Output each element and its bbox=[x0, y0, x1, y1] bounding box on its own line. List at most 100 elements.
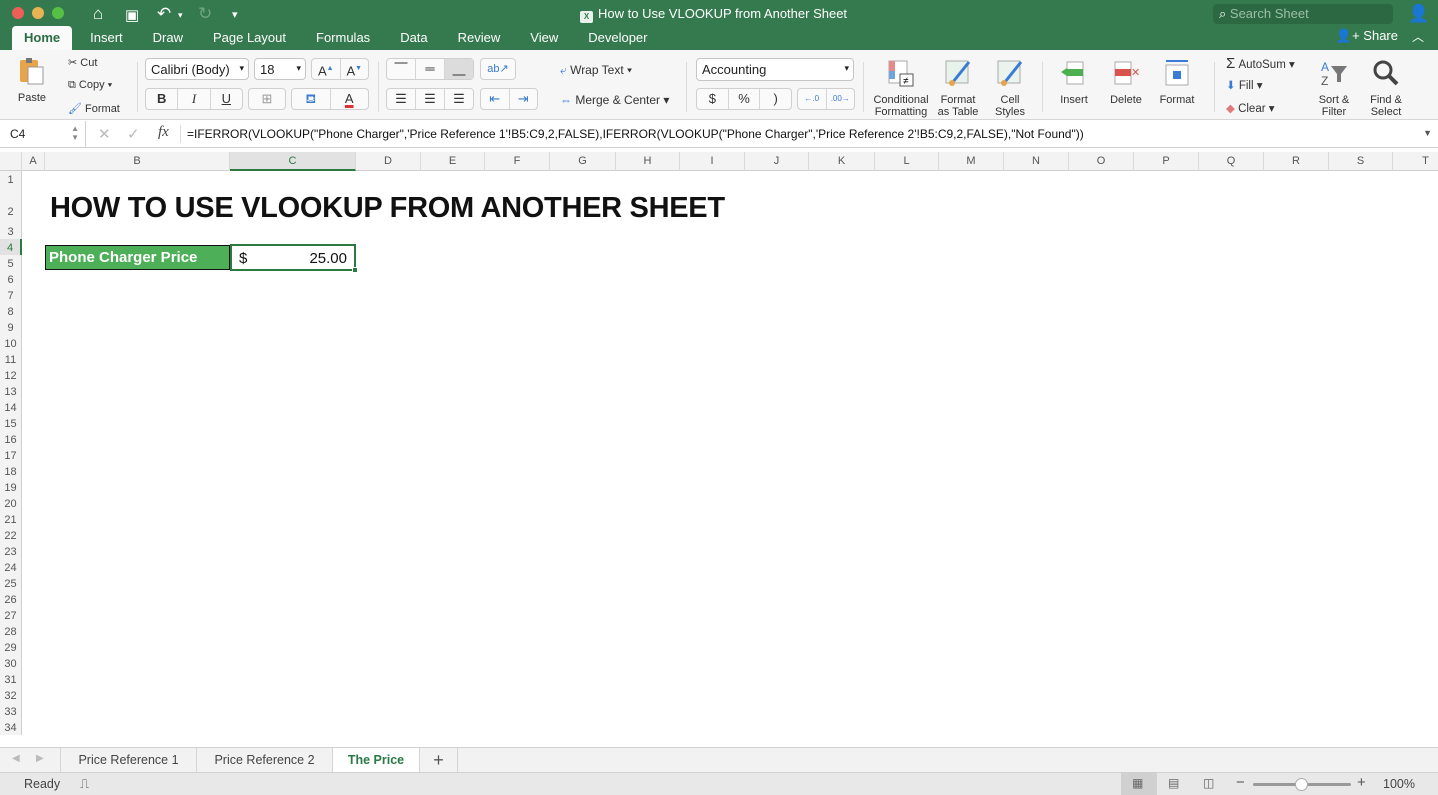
column-header-f[interactable]: F bbox=[485, 152, 550, 171]
column-header-a[interactable]: A bbox=[22, 152, 45, 171]
row-header-13[interactable]: 13 bbox=[0, 383, 22, 399]
tab-page-layout[interactable]: Page Layout bbox=[201, 26, 298, 50]
tab-review[interactable]: Review bbox=[446, 26, 513, 50]
align-middle-button[interactable]: ═ bbox=[416, 59, 445, 79]
number-format-select[interactable]: Accounting ▾ bbox=[696, 58, 854, 81]
name-box[interactable]: C4 ▲ ▼ bbox=[0, 121, 86, 147]
close-window-button[interactable] bbox=[12, 7, 24, 19]
row-header-5[interactable]: 5 bbox=[0, 255, 22, 271]
conditional-formatting-button[interactable]: ≠ Conditional Formatting bbox=[872, 58, 930, 118]
tab-formulas[interactable]: Formulas bbox=[304, 26, 382, 50]
cancel-icon[interactable]: ✕ bbox=[98, 125, 111, 143]
scroll-left-icon[interactable]: ◀ bbox=[12, 753, 20, 764]
maximize-window-button[interactable] bbox=[52, 7, 64, 19]
sheet-tab-the-price[interactable]: The Price bbox=[333, 748, 420, 772]
format-cells-button[interactable]: Format bbox=[1155, 58, 1199, 106]
column-header-j[interactable]: J bbox=[745, 152, 809, 171]
align-top-button[interactable]: ⎺ bbox=[387, 59, 416, 79]
column-header-m[interactable]: M bbox=[939, 152, 1004, 171]
column-header-n[interactable]: N bbox=[1004, 152, 1069, 171]
zoom-slider-thumb[interactable] bbox=[1295, 778, 1308, 791]
row-header-22[interactable]: 22 bbox=[0, 527, 22, 543]
increase-decimal-button[interactable]: ←.0 bbox=[798, 89, 827, 109]
row-header-30[interactable]: 30 bbox=[0, 655, 22, 671]
currency-format-button[interactable]: $ bbox=[697, 89, 729, 109]
tab-insert[interactable]: Insert bbox=[78, 26, 135, 50]
add-sheet-button[interactable]: + bbox=[420, 748, 458, 772]
wrap-text-button[interactable]: ⤶ Wrap Text ▾ bbox=[560, 63, 632, 78]
sort-filter-button[interactable]: AZ Sort & Filter bbox=[1312, 58, 1356, 118]
row-header-2[interactable]: 2 bbox=[0, 187, 22, 223]
column-header-r[interactable]: R bbox=[1264, 152, 1329, 171]
format-painter-button[interactable]: 🖌 Format bbox=[68, 102, 120, 115]
home-icon[interactable]: ⌂ bbox=[93, 4, 103, 24]
fill-button[interactable]: ⬇ Fill ▾ bbox=[1226, 78, 1263, 92]
cell-styles-button[interactable]: Cell Styles bbox=[988, 58, 1032, 118]
row-header-28[interactable]: 28 bbox=[0, 623, 22, 639]
underline-button[interactable]: U bbox=[211, 89, 242, 109]
merge-center-button[interactable]: ⇔ Merge & Center ▾ bbox=[560, 93, 669, 107]
undo-icon[interactable]: ↶ bbox=[157, 4, 171, 24]
redo-icon[interactable]: ↻ bbox=[198, 4, 212, 24]
zoom-in-button[interactable]: + bbox=[1357, 774, 1366, 791]
italic-button[interactable]: I bbox=[178, 89, 211, 109]
align-bottom-button[interactable]: ⎽ bbox=[445, 59, 473, 79]
row-header-1[interactable]: 1 bbox=[0, 171, 22, 187]
collapse-ribbon-icon[interactable]: ︿ bbox=[1412, 28, 1424, 45]
comma-format-button[interactable]: ) bbox=[760, 89, 791, 109]
column-header-h[interactable]: H bbox=[616, 152, 680, 171]
decrease-font-button[interactable]: A▼ bbox=[341, 59, 369, 79]
row-header-29[interactable]: 29 bbox=[0, 639, 22, 655]
column-header-b[interactable]: B bbox=[45, 152, 230, 171]
orientation-button[interactable]: ab↗ bbox=[481, 59, 515, 79]
align-right-button[interactable]: ☰ bbox=[445, 89, 473, 109]
minimize-window-button[interactable] bbox=[32, 7, 44, 19]
column-header-t[interactable]: T bbox=[1393, 152, 1438, 171]
column-header-p[interactable]: P bbox=[1134, 152, 1199, 171]
percent-format-button[interactable]: % bbox=[729, 89, 761, 109]
stepper-icon[interactable]: ▲ ▼ bbox=[71, 124, 79, 142]
row-header-15[interactable]: 15 bbox=[0, 415, 22, 431]
find-select-button[interactable]: Find & Select bbox=[1364, 58, 1408, 118]
bold-button[interactable]: B bbox=[146, 89, 179, 109]
font-size-select[interactable]: 18 ▾ bbox=[254, 58, 306, 80]
decrease-decimal-button[interactable]: .00→ bbox=[827, 89, 855, 109]
tab-draw[interactable]: Draw bbox=[141, 26, 195, 50]
row-header-9[interactable]: 9 bbox=[0, 319, 22, 335]
column-header-i[interactable]: I bbox=[680, 152, 745, 171]
label-cell-b4[interactable]: Phone Charger Price bbox=[45, 245, 230, 270]
zoom-slider[interactable] bbox=[1253, 778, 1351, 791]
format-as-table-button[interactable]: Format as Table bbox=[934, 58, 982, 118]
font-name-select[interactable]: Calibri (Body) ▾ bbox=[145, 58, 249, 80]
row-header-34[interactable]: 34 bbox=[0, 719, 22, 735]
row-header-17[interactable]: 17 bbox=[0, 447, 22, 463]
formula-input[interactable]: =IFERROR(VLOOKUP("Phone Charger",'Price … bbox=[187, 127, 1084, 141]
sheet-heading-cell[interactable]: HOW TO USE VLOOKUP FROM ANOTHER SHEET bbox=[50, 192, 725, 225]
insert-cells-button[interactable]: Insert bbox=[1050, 58, 1098, 106]
column-header-q[interactable]: Q bbox=[1199, 152, 1264, 171]
align-left-button[interactable]: ☰ bbox=[387, 89, 416, 109]
tab-view[interactable]: View bbox=[518, 26, 570, 50]
page-layout-view-icon[interactable]: ▤ bbox=[1168, 776, 1179, 790]
row-header-4[interactable]: 4 bbox=[0, 239, 22, 255]
column-header-k[interactable]: K bbox=[809, 152, 875, 171]
macro-record-icon[interactable]: ⎍ bbox=[80, 776, 89, 792]
align-center-button[interactable]: ☰ bbox=[416, 89, 445, 109]
column-header-s[interactable]: S bbox=[1329, 152, 1393, 171]
normal-view-button[interactable]: ▦ bbox=[1121, 773, 1157, 795]
copy-button[interactable]: ⧉ Copy ▾ bbox=[68, 79, 112, 92]
clear-button[interactable]: ◆ Clear ▾ bbox=[1226, 101, 1275, 115]
row-header-6[interactable]: 6 bbox=[0, 271, 22, 287]
row-header-7[interactable]: 7 bbox=[0, 287, 22, 303]
paste-button[interactable]: Paste bbox=[10, 56, 54, 104]
column-header-d[interactable]: D bbox=[356, 152, 421, 171]
row-header-33[interactable]: 33 bbox=[0, 703, 22, 719]
row-header-16[interactable]: 16 bbox=[0, 431, 22, 447]
tab-home[interactable]: Home bbox=[12, 26, 73, 50]
row-header-27[interactable]: 27 bbox=[0, 607, 22, 623]
cut-button[interactable]: ✂ Cut bbox=[68, 56, 97, 69]
increase-font-button[interactable]: A▲ bbox=[312, 59, 341, 79]
column-header-c[interactable]: C bbox=[230, 152, 356, 171]
column-header-o[interactable]: O bbox=[1069, 152, 1134, 171]
customize-toolbar-icon[interactable]: ▾ bbox=[232, 8, 238, 21]
